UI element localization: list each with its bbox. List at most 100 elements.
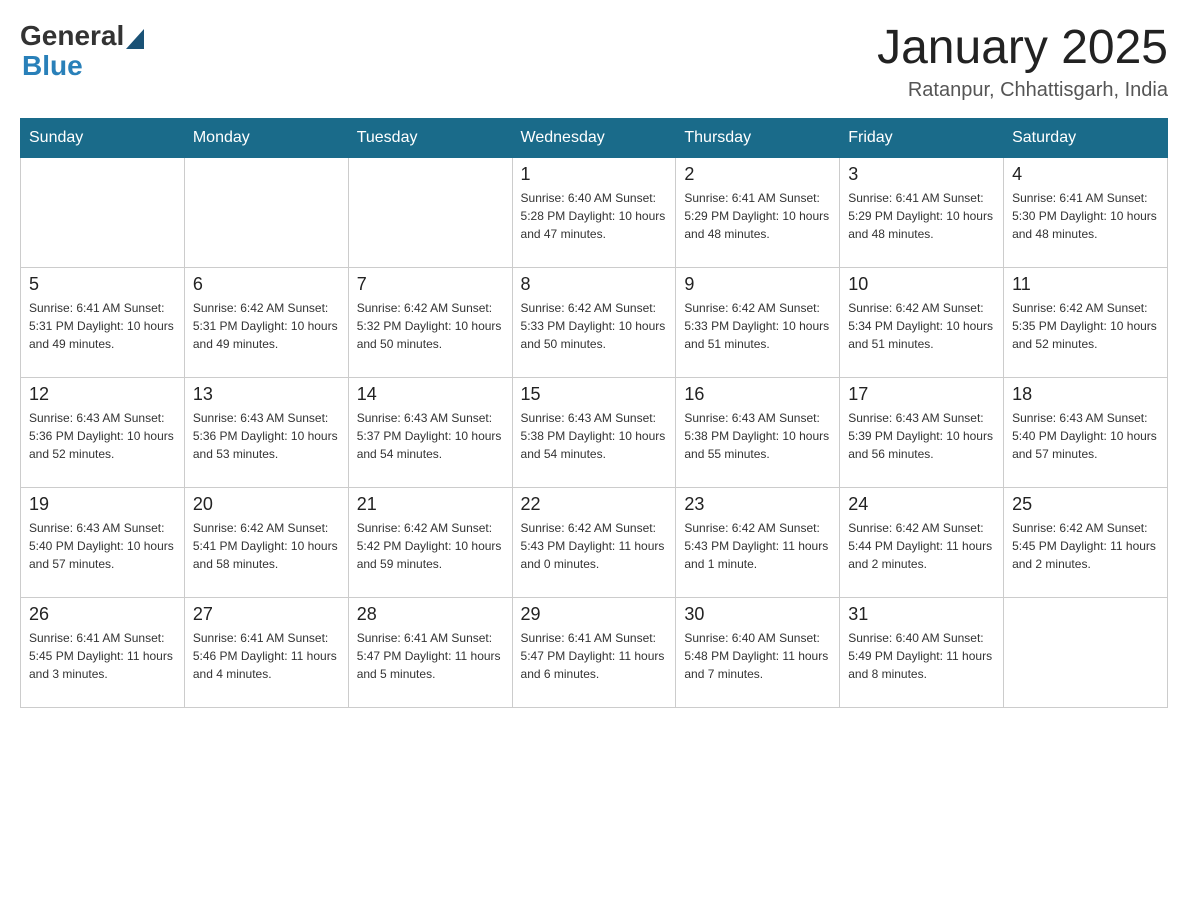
week-row-5: 26 Sunrise: 6:41 AM Sunset: 5:45 PM Dayli… [21,598,1168,708]
day-info: Sunrise: 6:43 AM Sunset: 5:39 PM Dayligh… [848,409,995,463]
day-info: Sunrise: 6:42 AM Sunset: 5:43 PM Dayligh… [521,519,668,573]
day-number: 31 [848,604,995,625]
day-info: Sunrise: 6:41 AM Sunset: 5:47 PM Dayligh… [357,629,504,683]
calendar-cell: 2 Sunrise: 6:41 AM Sunset: 5:29 PM Daylig… [676,158,840,268]
day-number: 25 [1012,494,1159,515]
week-row-2: 5 Sunrise: 6:41 AM Sunset: 5:31 PM Daylig… [21,268,1168,378]
day-number: 20 [193,494,340,515]
calendar-cell: 17 Sunrise: 6:43 AM Sunset: 5:39 PM Dayli… [840,378,1004,488]
calendar-cell: 7Sunrise: 6:42 AM Sunset: 5:32 PM Daylig… [348,268,512,378]
day-number: 3 [848,164,995,185]
day-number: 9 [684,274,831,295]
calendar-table: SundayMondayTuesdayWednesdayThursdayFrid… [20,118,1168,708]
calendar-cell: 9 Sunrise: 6:42 AM Sunset: 5:33 PM Daylig… [676,268,840,378]
day-info: Sunrise: 6:41 AM Sunset: 5:30 PM Dayligh… [1012,189,1159,243]
day-number: 6 [193,274,340,295]
day-info: Sunrise: 6:42 AM Sunset: 5:43 PM Dayligh… [684,519,831,573]
day-info: Sunrise: 6:41 AM Sunset: 5:31 PM Dayligh… [29,299,176,353]
calendar-cell: 28 Sunrise: 6:41 AM Sunset: 5:47 PM Dayli… [348,598,512,708]
calendar-cell: 10Sunrise: 6:42 AM Sunset: 5:34 PM Dayli… [840,268,1004,378]
day-info: Sunrise: 6:42 AM Sunset: 5:34 PM Dayligh… [848,299,995,353]
day-header-tuesday: Tuesday [348,119,512,158]
calendar-cell: 30Sunrise: 6:40 AM Sunset: 5:48 PM Dayli… [676,598,840,708]
day-info: Sunrise: 6:42 AM Sunset: 5:33 PM Dayligh… [684,299,831,353]
week-row-4: 19 Sunrise: 6:43 AM Sunset: 5:40 PM Dayli… [21,488,1168,598]
day-number: 15 [521,384,668,405]
day-header-monday: Monday [184,119,348,158]
calendar-cell: 25 Sunrise: 6:42 AM Sunset: 5:45 PM Dayli… [1004,488,1168,598]
day-number: 19 [29,494,176,515]
day-number: 1 [521,164,668,185]
day-info: Sunrise: 6:42 AM Sunset: 5:31 PM Dayligh… [193,299,340,353]
day-number: 5 [29,274,176,295]
day-number: 30 [684,604,831,625]
day-header-wednesday: Wednesday [512,119,676,158]
calendar-cell: 5 Sunrise: 6:41 AM Sunset: 5:31 PM Daylig… [21,268,185,378]
day-number: 13 [193,384,340,405]
calendar-cell: 11Sunrise: 6:42 AM Sunset: 5:35 PM Dayli… [1004,268,1168,378]
day-info: Sunrise: 6:41 AM Sunset: 5:29 PM Dayligh… [848,189,995,243]
calendar-cell [1004,598,1168,708]
day-info: Sunrise: 6:43 AM Sunset: 5:40 PM Dayligh… [29,519,176,573]
header: General Blue January 2025 Ratanpur, Chha… [20,20,1168,102]
calendar-cell: 3 Sunrise: 6:41 AM Sunset: 5:29 PM Daylig… [840,158,1004,268]
logo: General Blue [20,20,144,82]
day-header-thursday: Thursday [676,119,840,158]
day-info: Sunrise: 6:42 AM Sunset: 5:33 PM Dayligh… [521,299,668,353]
calendar-cell: 20 Sunrise: 6:42 AM Sunset: 5:41 PM Dayli… [184,488,348,598]
calendar-cell: 13Sunrise: 6:43 AM Sunset: 5:36 PM Dayli… [184,378,348,488]
day-info: Sunrise: 6:42 AM Sunset: 5:44 PM Dayligh… [848,519,995,573]
day-info: Sunrise: 6:41 AM Sunset: 5:46 PM Dayligh… [193,629,340,683]
location-title: Ratanpur, Chhattisgarh, India [877,79,1168,102]
day-info: Sunrise: 6:42 AM Sunset: 5:41 PM Dayligh… [193,519,340,573]
day-number: 16 [684,384,831,405]
day-info: Sunrise: 6:43 AM Sunset: 5:38 PM Dayligh… [684,409,831,463]
calendar-cell: 15 Sunrise: 6:43 AM Sunset: 5:38 PM Dayli… [512,378,676,488]
calendar-cell: 16 Sunrise: 6:43 AM Sunset: 5:38 PM Dayli… [676,378,840,488]
day-number: 2 [684,164,831,185]
title-area: January 2025 Ratanpur, Chhattisgarh, Ind… [877,20,1168,102]
day-number: 26 [29,604,176,625]
logo-general-text: General [20,20,124,52]
day-info: Sunrise: 6:43 AM Sunset: 5:38 PM Dayligh… [521,409,668,463]
calendar-cell: 8 Sunrise: 6:42 AM Sunset: 5:33 PM Daylig… [512,268,676,378]
calendar-cell: 14 Sunrise: 6:43 AM Sunset: 5:37 PM Dayli… [348,378,512,488]
day-number: 29 [521,604,668,625]
day-info: Sunrise: 6:41 AM Sunset: 5:29 PM Dayligh… [684,189,831,243]
calendar-cell: 31 Sunrise: 6:40 AM Sunset: 5:49 PM Dayli… [840,598,1004,708]
week-row-1: 1 Sunrise: 6:40 AM Sunset: 5:28 PM Daylig… [21,158,1168,268]
calendar-cell: 12Sunrise: 6:43 AM Sunset: 5:36 PM Dayli… [21,378,185,488]
calendar-cell: 23 Sunrise: 6:42 AM Sunset: 5:43 PM Dayli… [676,488,840,598]
logo-triangle-icon [126,29,144,49]
day-info: Sunrise: 6:40 AM Sunset: 5:28 PM Dayligh… [521,189,668,243]
calendar-cell: 19 Sunrise: 6:43 AM Sunset: 5:40 PM Dayli… [21,488,185,598]
day-number: 23 [684,494,831,515]
day-header-row: SundayMondayTuesdayWednesdayThursdayFrid… [21,119,1168,158]
day-info: Sunrise: 6:43 AM Sunset: 5:40 PM Dayligh… [1012,409,1159,463]
day-number: 21 [357,494,504,515]
day-number: 14 [357,384,504,405]
day-number: 28 [357,604,504,625]
calendar-cell: 27 Sunrise: 6:41 AM Sunset: 5:46 PM Dayli… [184,598,348,708]
day-info: Sunrise: 6:40 AM Sunset: 5:49 PM Dayligh… [848,629,995,683]
calendar-cell: 4Sunrise: 6:41 AM Sunset: 5:30 PM Daylig… [1004,158,1168,268]
day-info: Sunrise: 6:43 AM Sunset: 5:37 PM Dayligh… [357,409,504,463]
day-number: 7 [357,274,504,295]
day-header-sunday: Sunday [21,119,185,158]
calendar-cell: 22Sunrise: 6:42 AM Sunset: 5:43 PM Dayli… [512,488,676,598]
day-info: Sunrise: 6:42 AM Sunset: 5:45 PM Dayligh… [1012,519,1159,573]
calendar-cell: 1 Sunrise: 6:40 AM Sunset: 5:28 PM Daylig… [512,158,676,268]
day-number: 27 [193,604,340,625]
day-number: 11 [1012,274,1159,295]
day-info: Sunrise: 6:43 AM Sunset: 5:36 PM Dayligh… [29,409,176,463]
calendar-cell: 21Sunrise: 6:42 AM Sunset: 5:42 PM Dayli… [348,488,512,598]
logo-blue-text: Blue [22,50,83,81]
day-number: 18 [1012,384,1159,405]
day-number: 17 [848,384,995,405]
day-info: Sunrise: 6:41 AM Sunset: 5:47 PM Dayligh… [521,629,668,683]
day-info: Sunrise: 6:41 AM Sunset: 5:45 PM Dayligh… [29,629,176,683]
calendar-cell [348,158,512,268]
calendar-cell: 18 Sunrise: 6:43 AM Sunset: 5:40 PM Dayli… [1004,378,1168,488]
day-header-saturday: Saturday [1004,119,1168,158]
day-number: 8 [521,274,668,295]
